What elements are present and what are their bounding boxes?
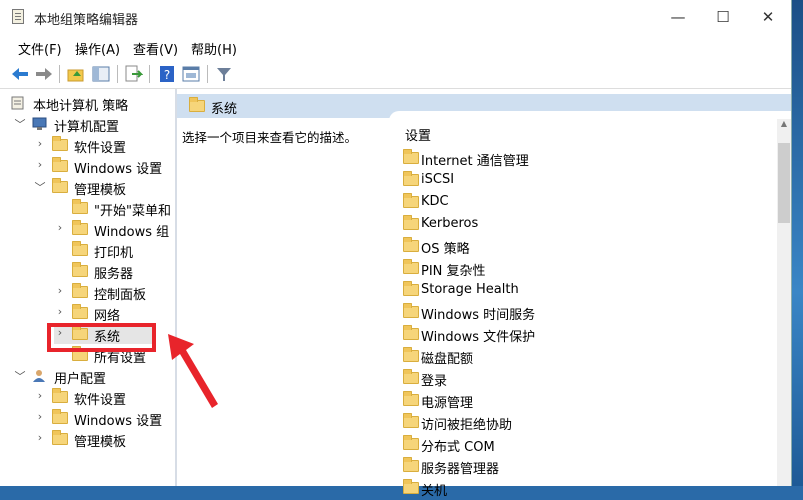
folder-icon <box>403 413 419 428</box>
folder-icon <box>52 157 68 172</box>
window-title: 本地组策略编辑器 <box>34 13 139 28</box>
vertical-scrollbar[interactable]: ▲ <box>777 119 791 486</box>
folder-icon <box>403 435 419 450</box>
folder-icon <box>72 241 88 256</box>
chevron-right-icon[interactable]: › <box>34 431 46 444</box>
folder-icon <box>403 347 419 362</box>
chevron-right-icon[interactable]: › <box>54 221 66 234</box>
chevron-down-icon[interactable]: ﹀ <box>14 116 26 132</box>
chevron-down-icon[interactable]: ﹀ <box>34 179 46 195</box>
folder-icon <box>52 430 68 445</box>
chevron-down-icon[interactable]: ﹀ <box>14 368 26 384</box>
red-arrow-annotation <box>168 334 218 408</box>
properties-icon[interactable] <box>181 64 201 84</box>
chevron-right-icon[interactable]: › <box>34 389 46 402</box>
folder-icon <box>403 171 419 186</box>
up-folder-icon[interactable] <box>66 64 86 84</box>
title-bar: 本地组策略编辑器 — ☐ ✕ <box>0 0 791 34</box>
minimize-button[interactable]: — <box>656 0 700 34</box>
chevron-right-icon[interactable]: › <box>54 305 66 318</box>
toolbar-separator <box>59 65 60 83</box>
forward-icon[interactable] <box>34 64 54 84</box>
folder-icon <box>72 199 88 214</box>
show-hide-tree-icon[interactable] <box>91 64 111 84</box>
policy-document-icon <box>11 96 24 110</box>
folder-icon <box>52 136 68 151</box>
desktop-background <box>792 0 803 486</box>
folder-icon <box>403 391 419 406</box>
folder-icon <box>72 262 88 277</box>
folder-icon <box>403 325 419 340</box>
folder-icon <box>403 237 419 252</box>
folder-icon <box>403 457 419 472</box>
group-policy-editor-window: 本地组策略编辑器 — ☐ ✕ 文件(F) 操作(A) 查看(V) 帮助(H) ?… <box>0 0 792 499</box>
description-text: 选择一个项目来查看它的描述。 <box>182 130 358 145</box>
folder-icon <box>72 304 88 319</box>
folder-icon <box>403 149 419 164</box>
folder-icon <box>52 178 68 193</box>
folder-icon <box>52 409 68 424</box>
folder-icon <box>403 303 419 318</box>
maximize-button[interactable]: ☐ <box>701 0 745 34</box>
computer-icon <box>32 117 47 130</box>
folder-icon <box>403 193 419 208</box>
filter-icon[interactable] <box>214 64 234 84</box>
export-list-icon[interactable] <box>123 64 143 84</box>
toolbar-separator <box>117 65 118 83</box>
menu-action[interactable]: 操作(A) <box>75 39 120 58</box>
folder-icon <box>403 369 419 384</box>
chevron-right-icon[interactable]: › <box>34 158 46 171</box>
scroll-up-icon[interactable]: ▲ <box>777 119 791 133</box>
toolbar: ? <box>0 60 791 89</box>
help-icon[interactable]: ? <box>157 64 177 84</box>
chevron-right-icon[interactable]: › <box>54 284 66 297</box>
tree-pane: 本地计算机 策略 ﹀ 计算机配置 › 软件设置 › Windows 设置 ﹀ 管… <box>0 89 177 486</box>
svg-text:?: ? <box>164 68 170 82</box>
toolbar-separator <box>149 65 150 83</box>
toolbar-separator <box>207 65 208 83</box>
user-icon <box>33 370 45 382</box>
folder-icon <box>52 388 68 403</box>
folder-icon <box>189 97 205 112</box>
chevron-right-icon[interactable]: › <box>34 410 46 423</box>
back-icon[interactable] <box>10 64 30 84</box>
menu-bar: 文件(F) 操作(A) 查看(V) 帮助(H) <box>0 36 791 58</box>
folder-icon <box>72 283 88 298</box>
menu-help[interactable]: 帮助(H) <box>191 39 237 58</box>
scrollbar-thumb[interactable] <box>778 143 790 223</box>
details-pane: 系统 选择一个项目来查看它的描述。 设置 Internet 通信管理 iSCSI… <box>177 89 791 499</box>
chevron-right-icon[interactable]: › <box>34 137 46 150</box>
app-icon <box>12 9 24 24</box>
close-button[interactable]: ✕ <box>746 0 790 34</box>
folder-icon <box>403 479 419 494</box>
folder-icon <box>403 281 419 296</box>
folder-icon <box>403 215 419 230</box>
folder-icon <box>403 259 419 274</box>
highlight-box <box>47 323 156 352</box>
menu-file[interactable]: 文件(F) <box>18 39 62 58</box>
folder-icon <box>72 220 88 235</box>
column-header-settings[interactable]: 设置 <box>405 125 431 144</box>
settings-list: 设置 Internet 通信管理 iSCSI KDC Kerberos OS 策… <box>389 111 791 499</box>
menu-view[interactable]: 查看(V) <box>133 39 178 58</box>
